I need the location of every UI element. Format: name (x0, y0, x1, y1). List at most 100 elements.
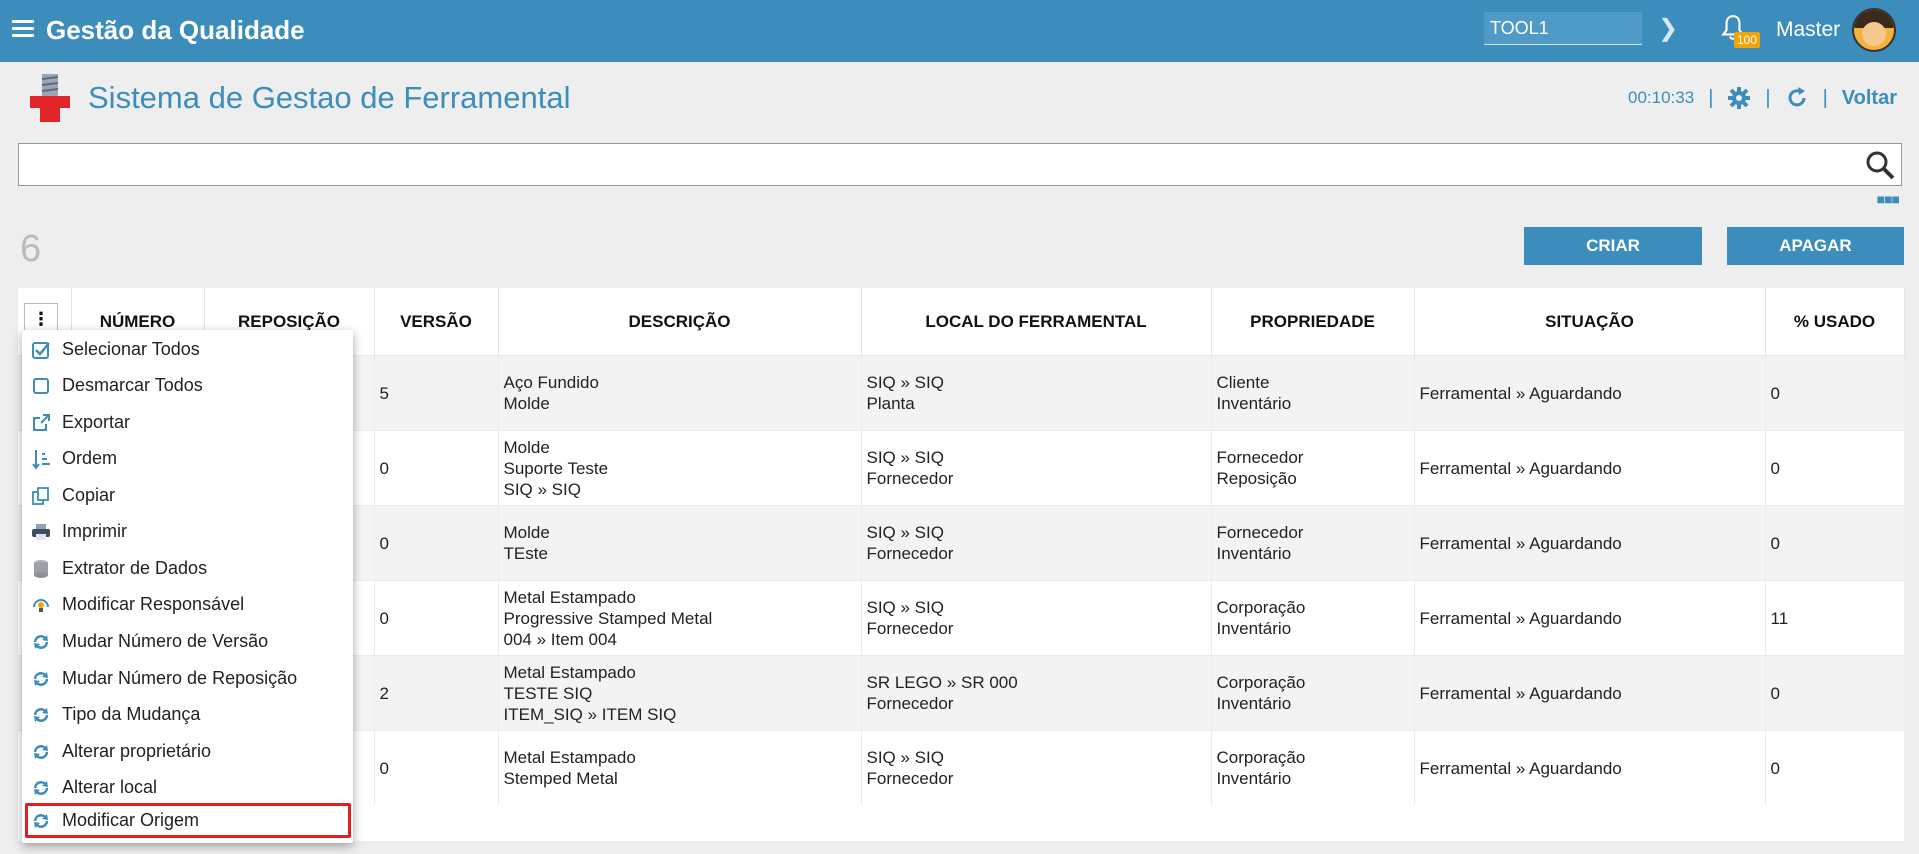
header-actions: 00:10:33 | | | Voltar (1628, 86, 1897, 110)
cell-local: SIQ » SIQ Planta (861, 355, 1212, 431)
column-context-menu: Selecionar Todos Desmarcar Todos Exporta… (22, 330, 353, 843)
menu-item-alterar-local[interactable]: Alterar local (28, 770, 348, 805)
refresh-icon (28, 741, 54, 763)
cell-descricao: Metal Estampado TESTE SIQ ITEM_SIQ » ITEM … (498, 655, 862, 731)
sort-icon (28, 448, 54, 470)
cell-situacao: Ferramental » Aguardando (1414, 355, 1766, 431)
cell-versao: 0 (374, 505, 499, 581)
refresh-icon (28, 668, 54, 690)
chevron-right-icon[interactable]: ❯ (1658, 14, 1678, 43)
cell-situacao: Ferramental » Aguardando (1414, 430, 1766, 506)
menu-item-mudar-versao[interactable]: Mudar Número de Versão (28, 624, 348, 659)
column-header-situacao[interactable]: SITUAÇÃO (1414, 288, 1766, 356)
cell-situacao: Ferramental » Aguardando (1414, 655, 1766, 731)
menu-item-label: Modificar Responsável (62, 594, 245, 614)
cell-propriedade: Fornecedor Inventário (1211, 505, 1415, 581)
menu-item-label: Alterar local (62, 777, 158, 797)
record-count: 6 (20, 228, 42, 270)
menu-item-label: Desmarcar Todos (62, 375, 203, 395)
menu-item-label: Mudar Número de Reposição (62, 668, 298, 688)
cell-descricao: Molde TEste (498, 505, 862, 581)
refresh-icon[interactable] (1785, 86, 1809, 110)
divider: | (1765, 86, 1771, 109)
menu-item-label: Extrator de Dados (62, 558, 208, 578)
cell-local: SIQ » SIQ Fornecedor (861, 505, 1212, 581)
printer-icon (28, 521, 54, 543)
copy-icon (28, 485, 54, 507)
menu-item-label: Modificar Origem (62, 810, 200, 830)
cell-propriedade: Corporação Inventário (1211, 730, 1415, 805)
menu-item-alterar-proprietario[interactable]: Alterar proprietário (28, 734, 348, 769)
user-name[interactable]: Master (1776, 18, 1840, 42)
page-title: Sistema de Gestao de Ferramental (88, 80, 571, 115)
more-options-icon[interactable]: ■■■ (1877, 192, 1900, 206)
cell-propriedade: Corporação Inventário (1211, 655, 1415, 731)
menu-item-ordem[interactable]: Ordem (28, 441, 348, 476)
user-change-icon (28, 594, 54, 616)
cell-descricao: Molde Suporte Teste SIQ » SIQ (498, 430, 862, 506)
criar-button[interactable]: CRIAR (1524, 227, 1702, 265)
cell-versao: 5 (374, 355, 499, 431)
menu-item-imprimir[interactable]: Imprimir (28, 514, 348, 549)
avatar[interactable] (1852, 8, 1896, 52)
session-timer: 00:10:33 (1628, 88, 1695, 107)
cell-situacao: Ferramental » Aguardando (1414, 730, 1766, 805)
cell-descricao: Metal Estampado Progressive Stamped Metal… (498, 580, 862, 656)
checkbox-checked-icon (28, 339, 54, 361)
search-input[interactable] (18, 143, 1902, 186)
cell-local: SIQ » SIQ Fornecedor (861, 430, 1212, 506)
cell-usado: 11 (1765, 580, 1905, 656)
cell-local: SR LEGO » SR 000 Fornecedor (861, 655, 1212, 731)
search-icon[interactable] (1865, 150, 1895, 180)
cell-descricao: Aço Fundido Molde (498, 355, 862, 431)
cell-usado: 0 (1765, 730, 1905, 805)
menu-item-exportar[interactable]: Exportar (28, 405, 348, 440)
cell-local: SIQ » SIQ Fornecedor (861, 580, 1212, 656)
cell-local: SIQ » SIQ Fornecedor (861, 730, 1212, 805)
refresh-icon (28, 810, 54, 832)
menu-item-extrator[interactable]: Extrator de Dados (28, 551, 348, 586)
refresh-icon (28, 631, 54, 653)
cell-situacao: Ferramental » Aguardando (1414, 580, 1766, 656)
menu-item-copiar[interactable]: Copiar (28, 478, 348, 513)
apagar-button[interactable]: APAGAR (1727, 227, 1904, 265)
column-header-usado[interactable]: % USADO (1765, 288, 1905, 356)
column-header-descricao[interactable]: DESCRIÇÃO (498, 288, 862, 356)
back-link[interactable]: Voltar (1842, 87, 1897, 110)
gear-icon[interactable] (1727, 86, 1751, 110)
menu-item-desmarcar-todos[interactable]: Desmarcar Todos (28, 368, 348, 403)
menu-item-modificar-origem[interactable]: Modificar Origem (25, 803, 351, 838)
cell-descricao: Metal Estampado Stemped Metal (498, 730, 862, 805)
checkbox-empty-icon (28, 375, 54, 397)
database-icon (28, 558, 54, 580)
refresh-icon (28, 777, 54, 799)
top-navbar: Gestão da Qualidade ❯ 100 Master (0, 0, 1919, 62)
tool-selector-input[interactable] (1484, 12, 1642, 45)
notifications-button[interactable]: 100 (1720, 14, 1761, 48)
menu-item-label: Selecionar Todos (62, 339, 200, 359)
menu-item-selecionar-todos[interactable]: Selecionar Todos (28, 332, 348, 367)
hamburger-menu-icon[interactable] (12, 20, 34, 38)
column-header-versao[interactable]: VERSÃO (374, 288, 499, 356)
cell-propriedade: Cliente Inventário (1211, 355, 1415, 431)
menu-item-label: Imprimir (62, 521, 127, 541)
tool-logo-icon (30, 74, 70, 122)
divider: | (1822, 86, 1828, 109)
app-title: Gestão da Qualidade (46, 15, 305, 45)
column-header-propriedade[interactable]: PROPRIEDADE (1211, 288, 1415, 356)
cell-situacao: Ferramental » Aguardando (1414, 505, 1766, 581)
cell-propriedade: Fornecedor Reposição (1211, 430, 1415, 506)
menu-item-mudar-reposicao[interactable]: Mudar Número de Reposição (28, 661, 348, 696)
menu-item-modificar-responsavel[interactable]: Modificar Responsável (28, 587, 348, 622)
export-icon (28, 412, 54, 434)
menu-item-tipo-mudanca[interactable]: Tipo da Mudança (28, 697, 348, 732)
menu-item-label: Tipo da Mudança (62, 704, 201, 724)
menu-item-label: Ordem (62, 448, 118, 468)
cell-usado: 0 (1765, 430, 1905, 506)
cell-versao: 0 (374, 430, 499, 506)
menu-item-label: Copiar (62, 485, 116, 505)
cell-propriedade: Corporação Inventário (1211, 580, 1415, 656)
column-header-local[interactable]: LOCAL DO FERRAMENTAL (861, 288, 1212, 356)
menu-item-label: Mudar Número de Versão (62, 631, 269, 651)
cell-usado: 0 (1765, 655, 1905, 731)
